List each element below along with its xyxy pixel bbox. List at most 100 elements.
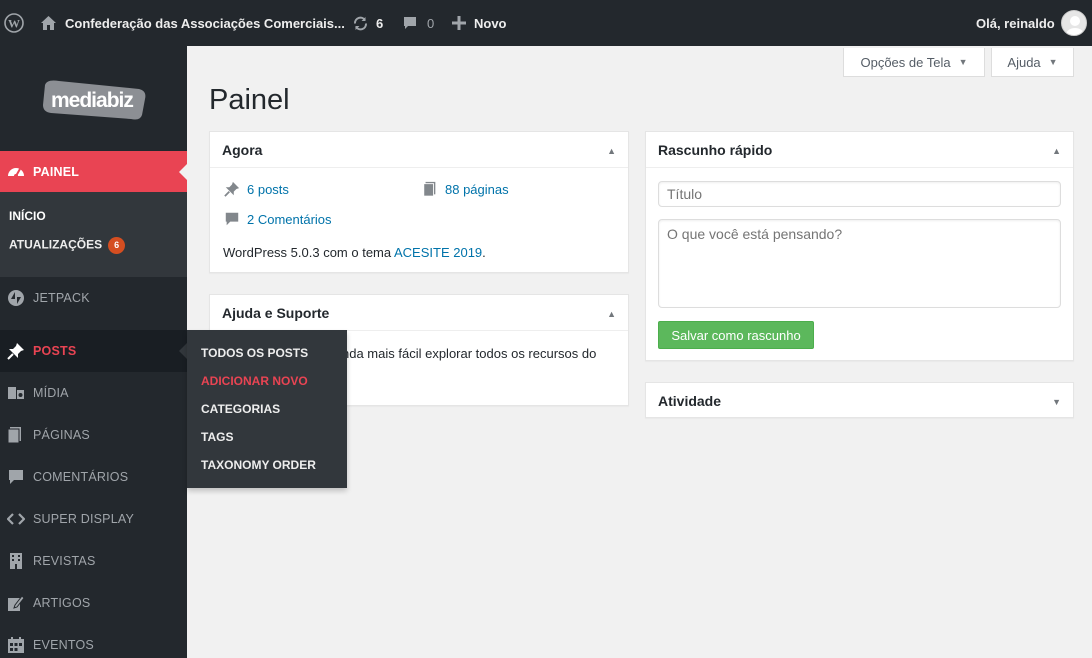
menu-item-revistas[interactable]: REVISTAS [0, 540, 187, 582]
comment-icon [223, 210, 241, 228]
help-support-title: Ajuda e Suporte [222, 304, 330, 321]
admin-bar: W Confederação das Associações Comerciai… [0, 0, 1092, 46]
menu-label-artigos: ARTIGOS [33, 596, 91, 610]
submenu-label-atualizacoes: ATUALIZAÇÕES [9, 237, 103, 252]
flyout-item-categorias[interactable]: CATEGORIAS [201, 402, 280, 416]
submenu-item-atualizacoes[interactable]: ATUALIZAÇÕES 6 [9, 237, 126, 254]
page-title: Painel [209, 84, 290, 116]
flyout-item-adicionar-novo[interactable]: ADICIONAR NOVO [201, 374, 308, 388]
menu-label-painel: PAINEL [33, 165, 80, 179]
site-name: Confederação das Associações Comerciais.… [65, 15, 345, 31]
activity-header[interactable]: Atividade ▼ [646, 383, 1073, 419]
help-support-header[interactable]: Ajuda e Suporte ▲ [210, 295, 628, 331]
code-icon [5, 508, 27, 530]
updates-badge: 6 [108, 237, 126, 254]
menu-item-artigos[interactable]: ARTIGOS [0, 582, 187, 624]
wordpress-version-text: WordPress 5.0.3 com o tema ACESITE 2019. [223, 245, 486, 260]
new-content-link[interactable]: Novo [452, 0, 507, 46]
refresh-icon [352, 15, 369, 32]
caret-down-icon: ▼ [1048, 57, 1058, 67]
menu-label-paginas: PÁGINAS [33, 428, 90, 442]
menu-label-revistas: REVISTAS [33, 554, 96, 568]
at-a-glance-title: Agora [222, 141, 263, 158]
edit-icon [5, 592, 27, 614]
menu-label-comentarios: COMENTÁRIOS [33, 470, 129, 484]
menu-item-super-display[interactable]: SUPER DISPLAY [0, 498, 187, 540]
pages-count-link[interactable]: 88 páginas [445, 182, 509, 197]
version-suffix: . [482, 245, 486, 260]
menu-item-painel[interactable]: PAINEL [0, 151, 187, 193]
draft-title-input[interactable] [658, 181, 1061, 207]
screen-options-button[interactable]: Opções de Tela ▼ [843, 48, 985, 77]
media-icon [5, 382, 27, 404]
save-draft-button[interactable]: Salvar como rascunho [658, 321, 814, 349]
site-name-link[interactable]: Confederação das Associações Comerciais.… [40, 0, 345, 46]
pushpin-icon [5, 340, 27, 362]
dashboard-submenu: INÍCIO ATUALIZAÇÕES 6 [0, 192, 187, 277]
updates-link[interactable]: 6 [352, 0, 383, 46]
screen-options-label: Opções de Tela [860, 54, 951, 70]
glance-posts[interactable]: 6 posts [223, 180, 289, 198]
caret-down-icon: ▼ [958, 57, 968, 67]
collapse-up-icon[interactable]: ▲ [607, 146, 616, 156]
home-icon [40, 15, 57, 31]
comment-icon [402, 15, 418, 31]
avatar [1060, 10, 1087, 36]
menu-label-eventos: EVENTOS [33, 638, 94, 652]
flyout-item-todos-os-posts[interactable]: TODOS OS POSTS [201, 346, 308, 360]
flyout-item-taxonomy-order[interactable]: TAXONOMY ORDER [201, 458, 316, 472]
pages-icon [421, 180, 439, 198]
at-a-glance-box: Agora ▲ 6 posts 88 páginas 2 Comentários… [209, 131, 629, 273]
menu-item-midia[interactable]: MÍDIA [0, 372, 187, 414]
quick-draft-title: Rascunho rápido [658, 141, 773, 158]
flyout-item-tags[interactable]: TAGS [201, 430, 233, 444]
menu-item-eventos[interactable]: EVENTOS [0, 624, 187, 658]
posts-count-link[interactable]: 6 posts [247, 182, 289, 197]
menu-item-comentarios[interactable]: COMENTÁRIOS [0, 456, 187, 498]
new-label: Novo [474, 15, 507, 31]
menu-label-midia: MÍDIA [33, 386, 69, 400]
menu-item-jetpack[interactable]: JETPACK [0, 277, 187, 319]
menu-label-super-display: SUPER DISPLAY [33, 512, 135, 526]
collapse-up-icon[interactable]: ▲ [1052, 146, 1061, 156]
plus-icon [452, 16, 466, 30]
expand-down-icon[interactable]: ▼ [1052, 397, 1061, 407]
wordpress-logo-icon[interactable]: W [4, 0, 26, 46]
updates-count: 6 [376, 15, 384, 31]
jetpack-icon [5, 287, 27, 309]
calendar-icon [5, 634, 27, 656]
brand-logo-text: mediabiz [51, 89, 133, 112]
comments-link[interactable]: 0 [402, 0, 434, 46]
menu-label-jetpack: JETPACK [33, 291, 90, 305]
at-a-glance-header[interactable]: Agora ▲ [210, 132, 628, 168]
submenu-item-inicio[interactable]: INÍCIO [9, 209, 46, 223]
comments-count-link[interactable]: 2 Comentários [247, 212, 332, 227]
posts-flyout-menu: TODOS OS POSTS ADICIONAR NOVO CATEGORIAS… [187, 330, 347, 488]
my-account-link[interactable]: Olá, reinaldo [976, 0, 1087, 46]
glance-comments[interactable]: 2 Comentários [223, 210, 332, 228]
svg-text:W: W [8, 17, 20, 31]
menu-label-posts: POSTS [33, 344, 77, 358]
quick-draft-header[interactable]: Rascunho rápido ▲ [646, 132, 1073, 168]
brand-logo: mediabiz [0, 46, 187, 151]
activity-title: Atividade [658, 393, 722, 409]
collapse-up-icon[interactable]: ▲ [607, 309, 616, 319]
glance-pages[interactable]: 88 páginas [421, 180, 509, 198]
dashboard-icon [5, 161, 27, 183]
theme-link[interactable]: ACESITE 2019 [394, 245, 482, 260]
version-prefix: WordPress 5.0.3 com o tema [223, 245, 394, 260]
admin-sidebar: mediabiz PAINEL INÍCIO ATUALIZAÇÕES 6 JET… [0, 46, 187, 658]
greeting: Olá, reinaldo [976, 15, 1055, 31]
menu-item-posts[interactable]: POSTS [0, 330, 187, 372]
menu-item-paginas[interactable]: PÁGINAS [0, 414, 187, 456]
activity-box: Atividade ▼ [645, 382, 1074, 418]
pages-icon [5, 424, 27, 446]
help-button[interactable]: Ajuda ▼ [991, 48, 1074, 77]
draft-content-textarea[interactable] [658, 219, 1061, 308]
pushpin-icon [223, 180, 241, 198]
help-support-text: nda mais fácil explorar todos os recurso… [342, 346, 597, 361]
help-label: Ajuda [1007, 54, 1041, 70]
quick-draft-box: Rascunho rápido ▲ Salvar como rascunho [645, 131, 1074, 361]
comment-icon [5, 466, 27, 488]
comments-count: 0 [427, 15, 435, 31]
